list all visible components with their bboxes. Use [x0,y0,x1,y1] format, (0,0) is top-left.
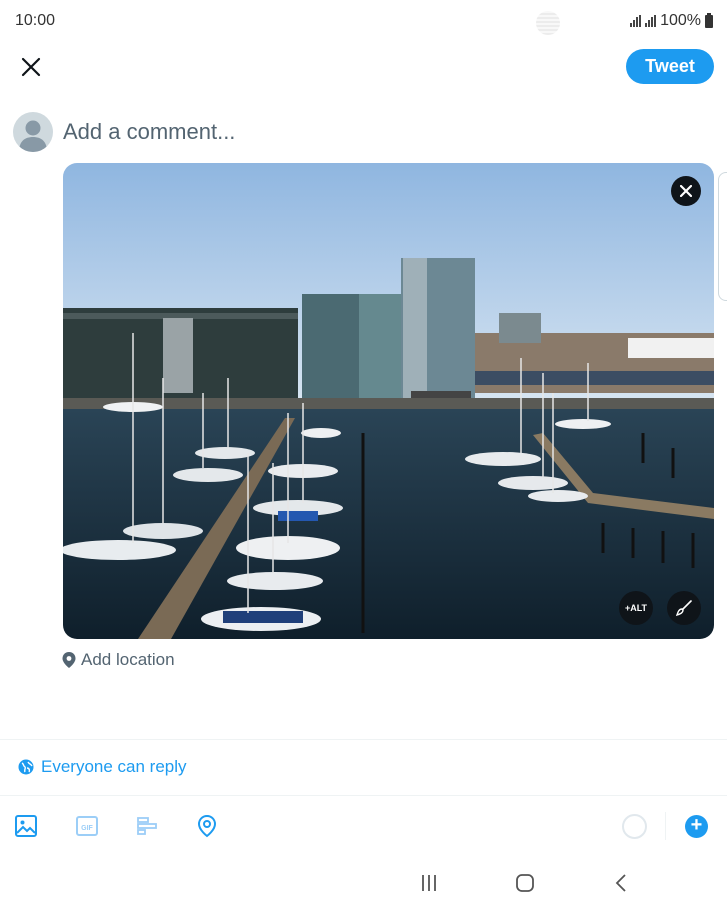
globe-icon [18,759,34,775]
location-pin-icon [197,814,217,838]
signal-icon-2 [645,15,657,27]
avatar[interactable] [13,112,53,152]
close-button[interactable] [16,52,46,82]
divider [0,795,727,796]
home-icon [516,874,534,892]
poll-icon [137,817,157,835]
gif-icon-text: GIF [81,825,93,832]
back-icon [615,874,626,892]
image-icon [15,815,37,837]
attached-photo[interactable]: +ALT [63,163,714,639]
add-image-button[interactable] [13,813,39,839]
alt-text-button[interactable]: +ALT [619,591,653,625]
status-time: 10:00 [15,12,56,29]
back-button[interactable] [606,870,636,896]
tweet-button[interactable]: Tweet [626,49,714,84]
comment-input[interactable] [63,116,693,148]
add-location-button[interactable]: Add location [62,650,175,670]
battery-icon [705,12,713,28]
edit-photo-button[interactable] [667,591,701,625]
location-pin-icon [62,652,76,668]
home-button[interactable] [510,870,540,896]
front-camera [536,11,560,35]
remove-photo-button[interactable] [671,176,701,206]
signal-icon [630,15,642,27]
close-icon [680,185,692,197]
close-icon [21,57,41,77]
divider [0,739,727,740]
system-nav-bar [0,860,727,908]
reply-settings-button[interactable]: Everyone can reply [18,757,187,777]
add-thread-button[interactable]: + [685,815,708,838]
add-gif-button[interactable]: GIF [74,813,100,839]
default-avatar-icon [19,120,47,152]
add-location-toolbar-button[interactable] [194,813,220,839]
add-poll-button[interactable] [134,813,160,839]
add-location-label: Add location [81,650,175,669]
reply-settings-label: Everyone can reply [41,757,187,776]
next-media-peek[interactable] [718,172,727,301]
recents-icon [422,875,436,891]
toolbar-separator [665,812,666,840]
harbor-photo [63,163,714,639]
status-bar: 10:00 100% [0,0,727,44]
battery-percent: 100% [660,12,701,29]
gif-icon: GIF [76,816,98,836]
character-counter [622,814,647,839]
status-indicators: 100% [630,12,713,30]
recent-apps-button[interactable] [414,870,444,896]
brush-icon [675,600,692,617]
